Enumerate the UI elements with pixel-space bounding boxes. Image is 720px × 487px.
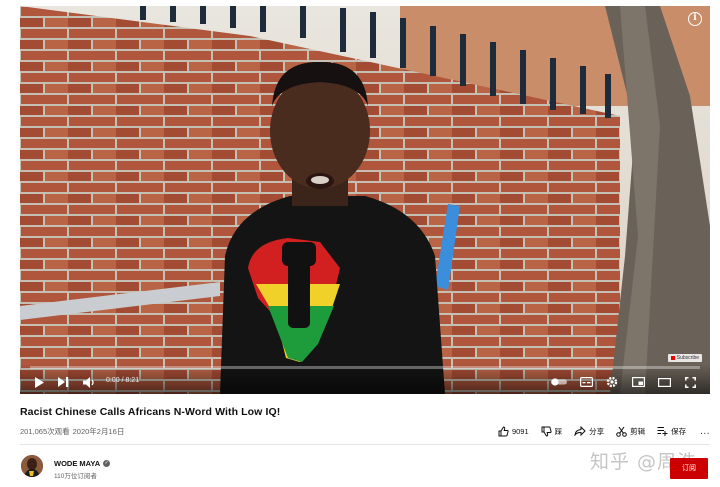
volume-icon[interactable]: [81, 375, 97, 389]
share-button[interactable]: 分享: [574, 426, 604, 437]
channel-name[interactable]: WODE MAYA ✓: [54, 459, 111, 468]
clip-label: 剪辑: [630, 426, 646, 436]
share-label: 分享: [589, 426, 605, 436]
save-button[interactable]: 保存: [657, 426, 686, 437]
dislike-label: 踩: [554, 426, 563, 436]
progress-bar[interactable]: [30, 366, 700, 369]
thumbs-down-icon: [541, 426, 552, 437]
play-icon[interactable]: [32, 375, 46, 389]
like-count: 9091: [511, 426, 529, 436]
autoplay-toggle-icon[interactable]: [550, 375, 568, 389]
settings-icon[interactable]: [604, 375, 620, 389]
miniplayer-icon[interactable]: [630, 375, 646, 389]
subtitles-icon[interactable]: [578, 375, 594, 389]
save-label: 保存: [671, 426, 687, 436]
video-player[interactable]: i Subscribe 0:00 / 8:21: [20, 6, 710, 394]
avatar[interactable]: [21, 455, 43, 477]
subscribe-watermark[interactable]: Subscribe: [667, 354, 702, 362]
like-button[interactable]: 9091: [498, 425, 529, 437]
fullscreen-icon[interactable]: [682, 375, 698, 389]
player-controls: 0:00 / 8:21: [20, 364, 710, 394]
subscriber-count: 110万位订阅者: [54, 473, 97, 480]
divider: [20, 444, 710, 445]
view-count: 201,065次观看: [20, 427, 70, 436]
theater-icon[interactable]: [656, 375, 672, 389]
thumbs-up-icon: [498, 425, 509, 436]
playlist-add-icon: [657, 427, 668, 436]
channel-name-text: WODE MAYA: [54, 459, 101, 468]
info-icon[interactable]: i: [688, 12, 702, 26]
publish-date: 2020年2月16日: [72, 427, 125, 436]
time-display: 0:00 / 8:21: [106, 377, 139, 384]
clip-button[interactable]: 剪辑: [616, 426, 645, 437]
dislike-button[interactable]: 踩: [541, 426, 563, 437]
video-title: Racist Chinese Calls Africans N-Word Wit…: [20, 406, 281, 418]
subscribe-button[interactable]: 订阅: [670, 458, 708, 479]
video-frame: [20, 6, 710, 394]
scissors-icon: [616, 426, 627, 437]
next-icon[interactable]: [56, 375, 70, 389]
share-icon: [574, 426, 586, 436]
video-meta: 201,065次观看 2020年2月16日: [20, 426, 124, 437]
time-current: 0:00: [106, 377, 120, 384]
time-total: 8:21: [125, 377, 140, 384]
verified-icon: ✓: [103, 460, 111, 467]
video-actions: 9091 踩 分享 剪辑 保存 ...: [486, 423, 710, 439]
more-actions-icon[interactable]: ...: [700, 426, 710, 437]
